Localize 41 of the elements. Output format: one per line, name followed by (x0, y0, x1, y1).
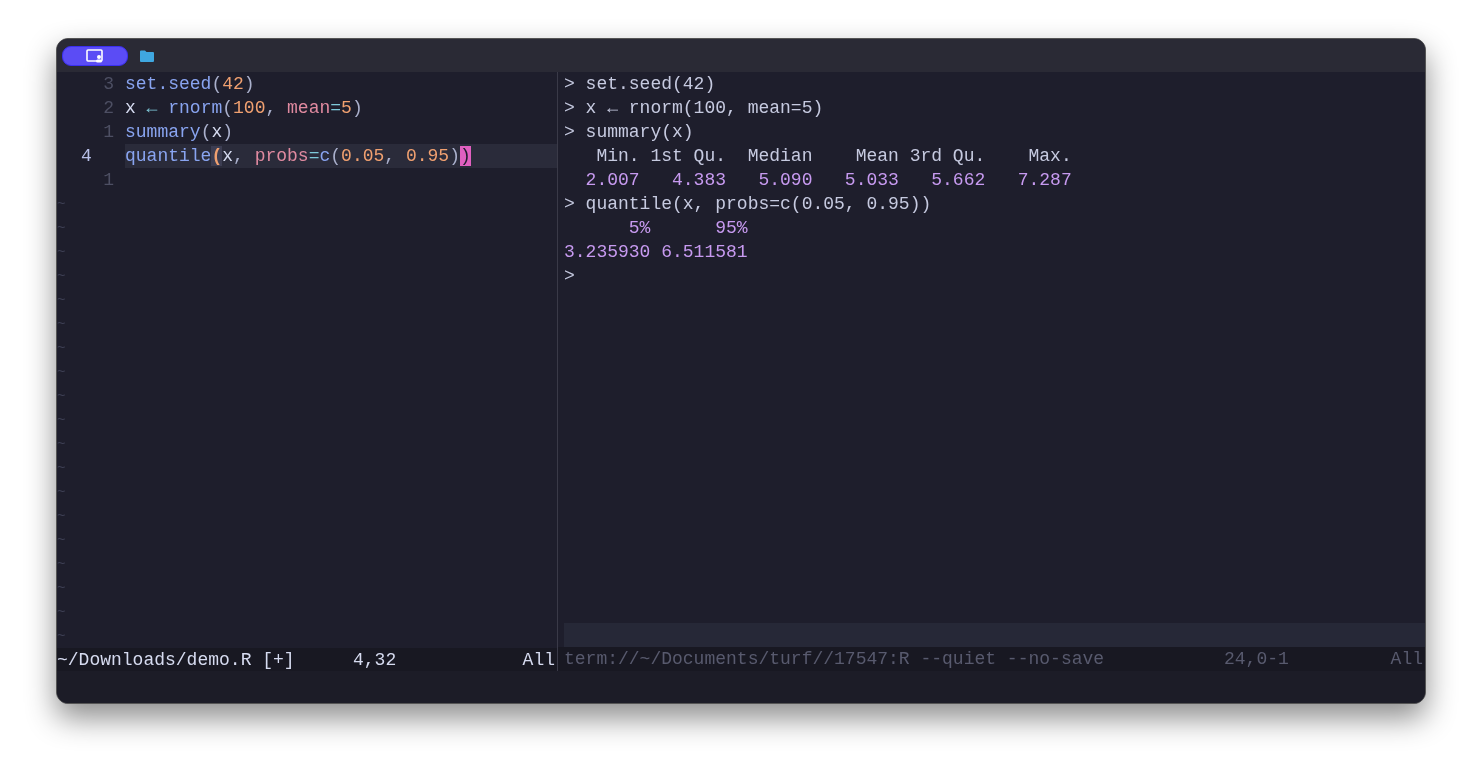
code-line: summary(x) (125, 121, 235, 144)
code-line: x ← rnorm(100, mean=5) (125, 97, 364, 120)
filler-tilde: ~ (57, 195, 66, 214)
filler-tilde: ~ (57, 459, 66, 478)
filler-tilde: ~ (57, 555, 66, 574)
filler-tilde: ~ (57, 315, 66, 334)
filler-tilde: ~ (57, 387, 66, 406)
filler-tilde: ~ (57, 243, 66, 262)
terminal-line: > (564, 265, 575, 288)
monitor-user-icon (86, 48, 104, 63)
filler-tilde: ~ (57, 627, 66, 646)
terminal-line: > summary(x) (564, 121, 694, 144)
terminal-line: Min. 1st Qu. Median Mean 3rd Qu. Max. (595, 145, 1073, 168)
filler-tilde: ~ (57, 339, 66, 358)
scroll-position: All (522, 649, 556, 672)
filler-tilde: ~ (57, 267, 66, 286)
code-line: set.seed(42) (125, 73, 256, 96)
terminal-line: 3.235930 6.511581 (564, 241, 749, 264)
terminal-line: > set.seed(42) (564, 73, 716, 96)
folder-icon (140, 49, 154, 62)
scroll-position: All (1390, 648, 1424, 671)
filler-tilde: ~ (57, 507, 66, 526)
filler-tilde: ~ (57, 411, 66, 430)
filler-tilde: ~ (57, 483, 66, 502)
terminal-line: > quantile(x, probs=c(0.05, 0.95)) (564, 193, 932, 216)
terminal-path: term://~/Documents/turf//17547:R --quiet --no-save (564, 648, 1106, 671)
filler-tilde: ~ (57, 219, 66, 238)
filler-tilde: ~ (57, 363, 66, 382)
cursor-position: 24,0-1 (1224, 648, 1290, 671)
terminal-line: 2.007 4.383 5.090 5.033 5.662 7.287 (584, 169, 1073, 192)
file-path: ~/Downloads/demo.R [+] (57, 649, 296, 672)
terminal-line: 5% 95% (627, 217, 749, 240)
cursor-position: 4,32 (353, 649, 398, 672)
filler-tilde: ~ (57, 603, 66, 622)
filler-tilde: ~ (57, 531, 66, 550)
filler-tilde: ~ (57, 291, 66, 310)
terminal-line: > x ← rnorm(100, mean=5) (564, 97, 824, 120)
line-number: 4 (80, 145, 93, 168)
filler-tilde: ~ (57, 435, 66, 454)
filler-tilde: ~ (57, 579, 66, 598)
tab[interactable] (62, 45, 128, 66)
